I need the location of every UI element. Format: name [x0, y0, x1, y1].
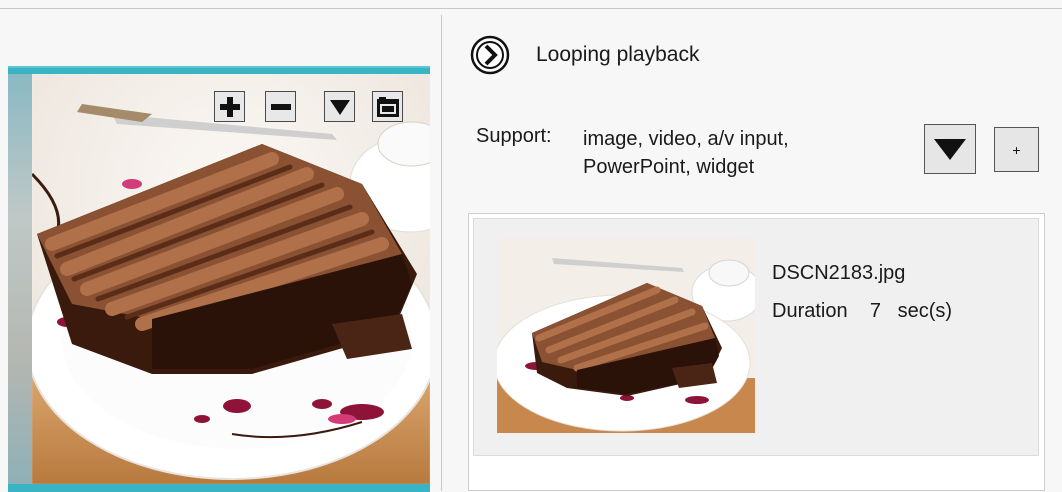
- open-folder-button[interactable]: [372, 91, 403, 122]
- chevron-right-circle-icon: [470, 35, 510, 75]
- media-file-name: DSCN2183.jpg: [772, 262, 906, 284]
- supported-types-line-1: image, video, a/v input,: [583, 128, 789, 150]
- media-type-dropdown-button[interactable]: [924, 124, 976, 174]
- duration-unit: sec(s): [897, 300, 953, 322]
- minus-icon: [270, 103, 291, 110]
- folder-icon: [376, 96, 399, 117]
- media-tile-edge: [8, 74, 34, 484]
- support-label: Support:: [476, 125, 552, 147]
- zoom-in-button[interactable]: [214, 91, 245, 122]
- media-duration: Duration 7 sec(s): [772, 300, 952, 323]
- duration-label: Duration: [772, 300, 848, 322]
- duration-value[interactable]: 7: [870, 300, 881, 322]
- supported-types: image, video, a/v input, PowerPoint, wid…: [583, 125, 789, 181]
- triangle-down-icon: [934, 139, 966, 160]
- looping-playback-label: Looping playback: [536, 43, 700, 66]
- triangle-down-icon: [329, 99, 350, 115]
- add-media-button[interactable]: +: [994, 127, 1039, 172]
- supported-types-line-2: PowerPoint, widget: [583, 156, 755, 178]
- tile-menu-button[interactable]: [324, 91, 355, 122]
- zoom-out-button[interactable]: [265, 91, 296, 122]
- plus-icon: [219, 96, 240, 117]
- looping-playback-toggle[interactable]: [470, 35, 510, 75]
- media-thumbnail: [497, 238, 755, 433]
- media-tile-image[interactable]: [32, 74, 430, 484]
